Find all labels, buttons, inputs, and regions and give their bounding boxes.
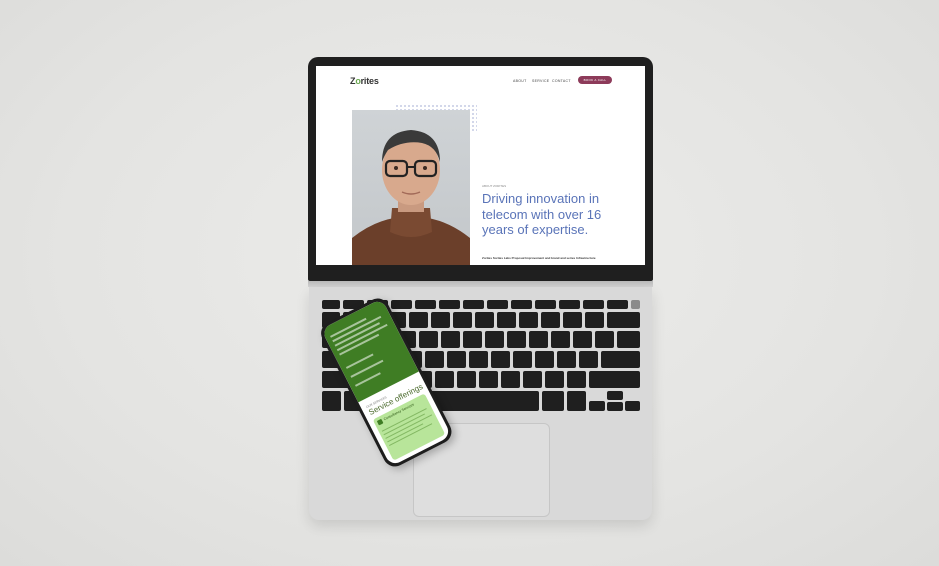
service-icon bbox=[376, 418, 384, 426]
key[interactable] bbox=[497, 312, 516, 328]
key[interactable] bbox=[535, 300, 556, 309]
key[interactable] bbox=[431, 312, 450, 328]
key[interactable] bbox=[322, 300, 340, 309]
laptop-screen: Zorites ABOUT SERVICE CONTACT BOOK A CAL… bbox=[316, 66, 645, 265]
key[interactable] bbox=[589, 371, 640, 388]
phone-text-line bbox=[334, 322, 380, 347]
key[interactable] bbox=[479, 371, 498, 388]
portrait-illustration bbox=[352, 130, 470, 265]
key[interactable] bbox=[419, 331, 438, 348]
key[interactable] bbox=[595, 331, 614, 348]
key[interactable] bbox=[519, 312, 538, 328]
key[interactable] bbox=[567, 391, 586, 411]
key[interactable] bbox=[585, 312, 604, 328]
arrow-down-key[interactable] bbox=[607, 402, 623, 411]
key[interactable] bbox=[447, 351, 466, 368]
key[interactable] bbox=[487, 300, 508, 309]
key[interactable] bbox=[507, 331, 526, 348]
key[interactable] bbox=[415, 300, 436, 309]
key[interactable] bbox=[441, 331, 460, 348]
key[interactable] bbox=[463, 300, 484, 309]
key[interactable] bbox=[457, 371, 476, 388]
key[interactable] bbox=[567, 371, 586, 388]
arrow-up-key[interactable] bbox=[607, 391, 623, 400]
key[interactable] bbox=[453, 312, 472, 328]
key[interactable] bbox=[435, 371, 454, 388]
key[interactable] bbox=[541, 312, 560, 328]
key[interactable] bbox=[322, 391, 341, 411]
key[interactable] bbox=[535, 351, 554, 368]
arrow-right-key[interactable] bbox=[625, 401, 640, 411]
portrait-photo bbox=[352, 110, 470, 265]
phone-text-line bbox=[330, 317, 367, 338]
key[interactable] bbox=[425, 351, 444, 368]
nav-link-service[interactable]: SERVICE bbox=[532, 79, 549, 83]
key[interactable] bbox=[491, 351, 510, 368]
key[interactable] bbox=[551, 331, 570, 348]
key[interactable] bbox=[545, 371, 564, 388]
key[interactable] bbox=[601, 351, 640, 368]
site-logo[interactable]: Zorites bbox=[350, 76, 379, 86]
key[interactable] bbox=[557, 351, 576, 368]
phone-text-line bbox=[388, 423, 433, 447]
key[interactable] bbox=[559, 300, 580, 309]
key[interactable] bbox=[511, 300, 532, 309]
key[interactable] bbox=[439, 300, 460, 309]
hero-eyebrow: ABOUT ZORITES bbox=[482, 184, 507, 188]
key[interactable] bbox=[469, 351, 488, 368]
key[interactable] bbox=[475, 312, 494, 328]
key[interactable] bbox=[607, 300, 628, 309]
key[interactable] bbox=[463, 331, 482, 348]
key[interactable] bbox=[523, 371, 542, 388]
key[interactable] bbox=[529, 331, 548, 348]
key[interactable] bbox=[485, 331, 504, 348]
phone-text-line bbox=[354, 372, 381, 387]
key[interactable] bbox=[563, 312, 582, 328]
key[interactable] bbox=[542, 391, 564, 411]
key[interactable] bbox=[617, 331, 640, 348]
nav-link-about[interactable]: ABOUT bbox=[513, 79, 527, 83]
key[interactable] bbox=[573, 331, 592, 348]
key[interactable] bbox=[501, 371, 520, 388]
power-key[interactable] bbox=[631, 300, 640, 309]
key[interactable] bbox=[583, 300, 604, 309]
key[interactable] bbox=[607, 312, 640, 328]
key[interactable] bbox=[391, 300, 412, 309]
arrow-left-key[interactable] bbox=[589, 401, 605, 411]
nav-link-contact[interactable]: CONTACT bbox=[552, 79, 571, 83]
key[interactable] bbox=[513, 351, 532, 368]
key[interactable] bbox=[579, 351, 598, 368]
hero-headline: Driving innovation in telecom with over … bbox=[482, 191, 602, 237]
cta-button[interactable]: BOOK A CALL bbox=[578, 76, 612, 84]
key[interactable] bbox=[409, 312, 428, 328]
hero-subline: Zorites Sorties Labs Proposal Improvemen… bbox=[482, 256, 596, 260]
